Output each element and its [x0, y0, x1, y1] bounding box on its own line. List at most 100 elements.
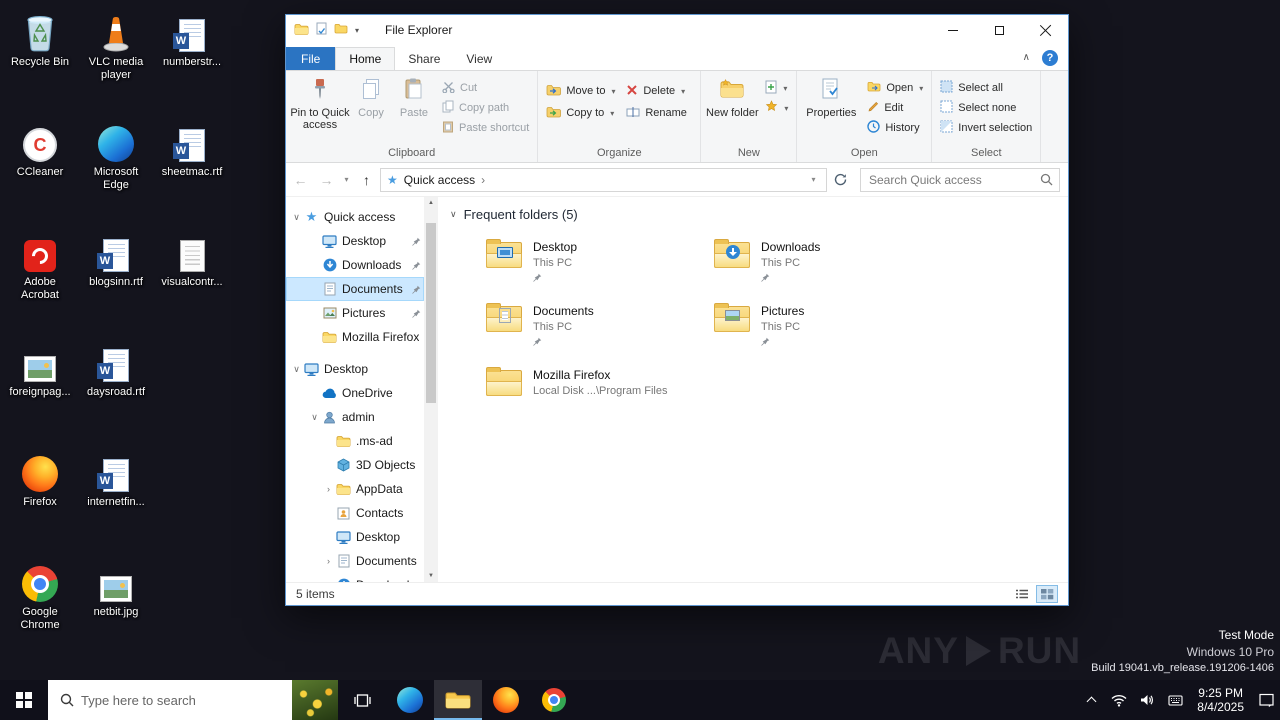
- chevron-down-icon[interactable]: ∨: [290, 212, 303, 223]
- help-button[interactable]: ?: [1042, 50, 1058, 66]
- taskbar-search-input[interactable]: [81, 693, 292, 708]
- refresh-button[interactable]: [828, 167, 853, 193]
- desktop-icon-foreignpag[interactable]: foreignpag...: [2, 336, 78, 446]
- taskbar-clock[interactable]: 9:25 PM 8/4/2025: [1189, 686, 1252, 714]
- desktop-icon-firefox[interactable]: Firefox: [2, 446, 78, 556]
- nav-item-desktop-user[interactable]: Desktop: [286, 525, 424, 549]
- desktop-icon-internetfin[interactable]: W internetfin...: [78, 446, 154, 556]
- copy-path-button[interactable]: Copy path: [437, 98, 534, 118]
- nav-item-onedrive[interactable]: OneDrive: [286, 381, 424, 405]
- explorer-search-box[interactable]: [860, 168, 1060, 192]
- tray-expand-button[interactable]: [1077, 680, 1105, 720]
- select-none-button[interactable]: Select none: [935, 98, 1037, 118]
- desktop-icon-vlc[interactable]: VLC media player: [78, 6, 154, 116]
- maximize-button[interactable]: [976, 15, 1022, 45]
- chevron-right-icon[interactable]: ›: [322, 580, 335, 582]
- desktop-icon-acrobat[interactable]: Adobe Acrobat: [2, 226, 78, 336]
- minimize-button[interactable]: [930, 15, 976, 45]
- edit-button[interactable]: Edit: [862, 98, 928, 118]
- title-bar[interactable]: ▾ File Explorer: [286, 15, 1068, 45]
- rename-button[interactable]: Rename: [621, 103, 697, 123]
- chevron-down-icon[interactable]: ∨: [290, 364, 303, 375]
- taskbar-chrome-button[interactable]: [530, 680, 578, 720]
- cut-button[interactable]: Cut: [437, 78, 534, 98]
- history-button[interactable]: History: [862, 118, 928, 138]
- up-button[interactable]: ↑: [354, 167, 379, 193]
- thumbnails-view-button[interactable]: [1036, 585, 1058, 603]
- nav-item-documents-pinned[interactable]: Documents: [286, 277, 424, 301]
- recent-locations-caret[interactable]: ▾: [340, 175, 353, 184]
- tab-view[interactable]: View: [453, 47, 505, 70]
- folder-tile-mozilla-firefox[interactable]: Mozilla Firefox Local Disk ...\Program F…: [482, 360, 710, 424]
- scroll-up-icon[interactable]: ▲: [428, 200, 434, 206]
- new-item-button[interactable]: ▾: [760, 78, 793, 98]
- desktop-icon-visualcontr[interactable]: visualcontr...: [154, 226, 230, 336]
- frequent-folders-header[interactable]: ∨ Frequent folders (5): [450, 207, 1068, 222]
- nav-item-ms-ad[interactable]: .ms-ad: [286, 429, 424, 453]
- task-view-button[interactable]: [338, 680, 386, 720]
- taskbar-firefox-button[interactable]: [482, 680, 530, 720]
- nav-item-pictures-pinned[interactable]: Pictures: [286, 301, 424, 325]
- details-view-button[interactable]: [1011, 585, 1033, 603]
- qat-properties-icon[interactable]: [316, 22, 327, 38]
- desktop-icon-ccleaner[interactable]: C CCleaner: [2, 116, 78, 226]
- qat-dropdown-caret[interactable]: ▾: [355, 26, 359, 35]
- tray-keyboard-button[interactable]: [1161, 680, 1189, 720]
- nav-item-3d-objects[interactable]: 3D Objects: [286, 453, 424, 477]
- folder-tile-downloads[interactable]: Downloads This PC: [710, 232, 938, 296]
- desktop-icon-recycle-bin[interactable]: Recycle Bin: [2, 6, 78, 116]
- nav-item-admin[interactable]: ∨ admin: [286, 405, 424, 429]
- search-highlight-image[interactable]: [292, 680, 338, 720]
- open-button[interactable]: Open▾: [862, 78, 928, 98]
- nav-item-quick-access[interactable]: ∨ ★ Quick access: [286, 205, 424, 229]
- chevron-right-icon[interactable]: ›: [322, 556, 335, 566]
- new-folder-button[interactable]: New folder: [704, 73, 760, 147]
- taskbar-file-explorer-button[interactable]: [434, 680, 482, 720]
- action-center-button[interactable]: [1252, 680, 1280, 720]
- collapse-ribbon-button[interactable]: ∧: [1023, 52, 1030, 63]
- scrollbar-thumb[interactable]: [426, 223, 436, 403]
- delete-button[interactable]: Delete▾: [621, 81, 697, 101]
- desktop-icon-chrome[interactable]: Google Chrome: [2, 556, 78, 666]
- breadcrumb[interactable]: Quick access: [404, 173, 475, 187]
- easy-access-button[interactable]: ▾: [760, 98, 793, 118]
- desktop-icon-netbit[interactable]: netbit.jpg: [78, 556, 154, 666]
- nav-item-desktop-pinned[interactable]: Desktop: [286, 229, 424, 253]
- folder-tile-pictures[interactable]: Pictures This PC: [710, 296, 938, 360]
- nav-item-documents-user[interactable]: › Documents: [286, 549, 424, 573]
- close-button[interactable]: [1022, 15, 1068, 45]
- invert-selection-button[interactable]: Invert selection: [935, 118, 1037, 138]
- nav-scrollbar[interactable]: ▲ ▼: [424, 197, 438, 582]
- tab-home[interactable]: Home: [335, 47, 395, 70]
- chevron-down-icon[interactable]: ∨: [450, 209, 457, 220]
- nav-item-contacts[interactable]: Contacts: [286, 501, 424, 525]
- scroll-down-icon[interactable]: ▼: [428, 573, 434, 579]
- qat-new-folder-icon[interactable]: [334, 23, 348, 37]
- pin-to-quick-access-button[interactable]: Pin to Quick access: [289, 73, 351, 147]
- taskbar-search-box[interactable]: [48, 680, 338, 720]
- tray-volume-button[interactable]: [1133, 680, 1161, 720]
- taskbar-edge-button[interactable]: [386, 680, 434, 720]
- select-all-button[interactable]: Select all: [935, 78, 1037, 98]
- address-box[interactable]: ★ Quick access › ▾: [380, 168, 827, 192]
- copy-to-button[interactable]: Copy to▾: [541, 103, 621, 123]
- chevron-down-icon[interactable]: ∨: [308, 412, 321, 423]
- nav-item-mozilla-firefox[interactable]: Mozilla Firefox: [286, 325, 424, 349]
- paste-button[interactable]: Paste: [391, 73, 437, 147]
- chevron-right-icon[interactable]: ›: [322, 484, 335, 494]
- tab-file[interactable]: File: [286, 47, 335, 70]
- paste-shortcut-button[interactable]: Paste shortcut: [437, 118, 534, 138]
- desktop-icon-edge[interactable]: Microsoft Edge: [78, 116, 154, 226]
- desktop-icon-daysroad[interactable]: W daysroad.rtf: [78, 336, 154, 446]
- desktop-icon-numberstr[interactable]: W numberstr...: [154, 6, 230, 116]
- folder-tile-documents[interactable]: Documents This PC: [482, 296, 710, 360]
- address-dropdown-caret[interactable]: ▾: [807, 175, 820, 184]
- start-button[interactable]: [0, 680, 48, 720]
- back-button[interactable]: ←: [288, 167, 313, 193]
- explorer-search-input[interactable]: [861, 173, 1040, 187]
- properties-button[interactable]: Properties: [800, 73, 862, 147]
- forward-button[interactable]: →: [314, 167, 339, 193]
- tray-network-button[interactable]: [1105, 680, 1133, 720]
- desktop-icon-sheetmac[interactable]: W sheetmac.rtf: [154, 116, 230, 226]
- nav-item-appdata[interactable]: › AppData: [286, 477, 424, 501]
